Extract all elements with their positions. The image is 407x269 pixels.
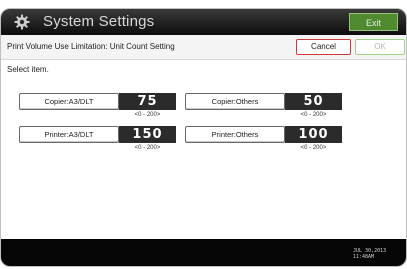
setting-range: <0 - 200> (134, 145, 161, 151)
instruction-text: Select item. (7, 65, 49, 74)
sub-header: Print Volume Use Limitation: Unit Count … (1, 35, 406, 60)
ok-button[interactable]: OK (355, 39, 405, 55)
setting-label-button[interactable]: Printer:A3/DLT (19, 126, 119, 143)
title-bar: System Settings Exit (1, 9, 406, 35)
setting-value: 50 (285, 93, 342, 110)
setting-range: <0 - 200> (300, 145, 327, 151)
gear-icon (14, 14, 30, 30)
setting-value: 150 (119, 126, 176, 143)
setting-label-button[interactable]: Copier:A3/DLT (19, 93, 119, 110)
screen-frame: System Settings Exit Print Volume Use Li… (0, 8, 407, 267)
setting-label-button[interactable]: Printer:Others (185, 126, 285, 143)
setting-value: 75 (119, 93, 176, 110)
setting-label-button[interactable]: Copier:Others (185, 93, 285, 110)
setting-range: <0 - 200> (300, 112, 327, 118)
setting-range: <0 - 200> (134, 112, 161, 118)
datetime-display: JUL 30,2013 11:48AM (353, 248, 386, 260)
setting-value: 100 (285, 126, 342, 143)
status-bar: JUL 30,2013 11:48AM (1, 239, 406, 266)
cancel-button[interactable]: Cancel (296, 39, 351, 55)
window-title: System Settings (43, 13, 155, 30)
status-time: 11:48AM (353, 254, 375, 260)
exit-button[interactable]: Exit (349, 13, 398, 31)
page-title: Print Volume Use Limitation: Unit Count … (7, 42, 175, 51)
